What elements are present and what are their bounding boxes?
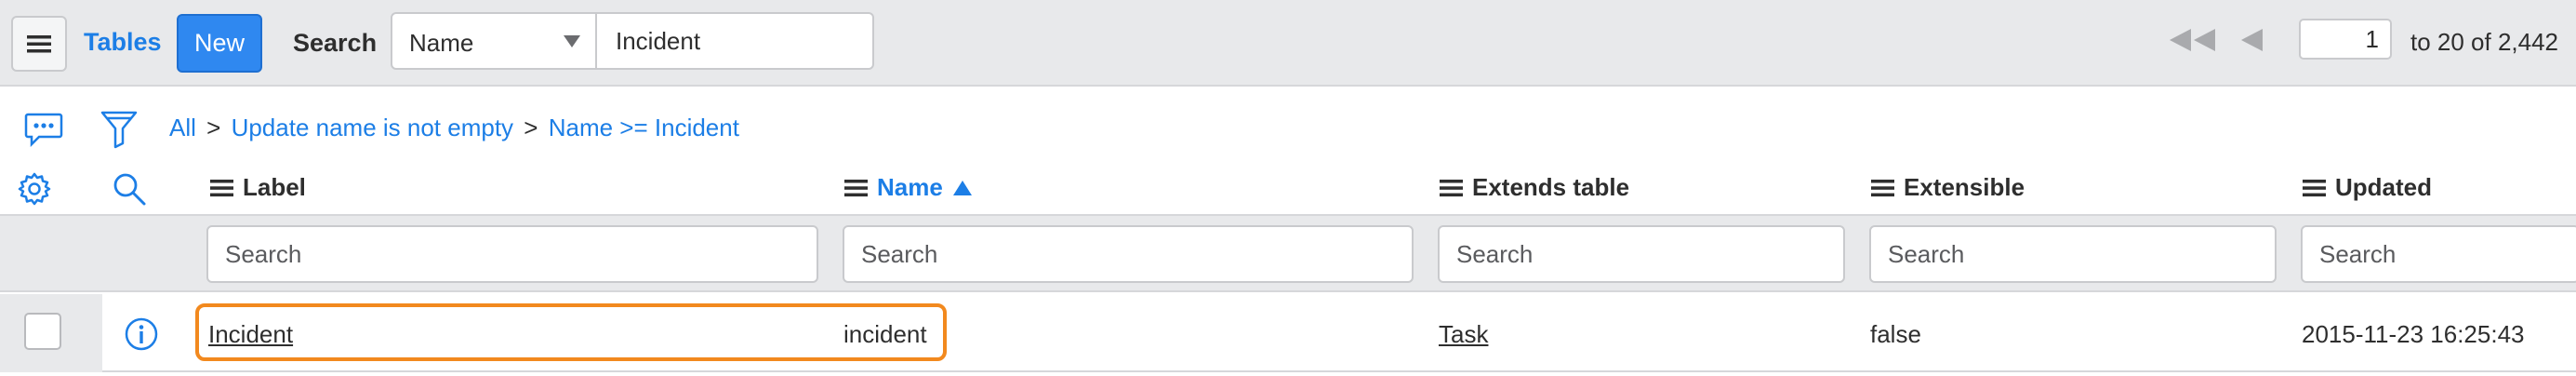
column-header-text: Extensible [1904,173,2025,201]
breadcrumb-item-all[interactable]: All [169,114,196,141]
chevron-down-icon [564,35,580,47]
column-menu-icon[interactable] [1440,179,1463,197]
search-input-name[interactable] [843,225,1414,283]
sort-ascending-icon [952,180,972,195]
column-header-name[interactable]: Name [844,173,973,202]
column-header-extends-table[interactable]: Extends table [1440,173,1629,202]
page-number-input[interactable] [2299,19,2392,60]
breadcrumb: All > Update name is not empty > Name >=… [169,114,739,142]
column-menu-icon[interactable] [2303,179,2326,197]
breadcrumb-item-update-name[interactable]: Update name is not empty [232,114,514,141]
column-header-label[interactable]: Label [210,173,306,202]
column-header-text: Extends table [1472,173,1630,201]
search-field-selected-value: Name [409,29,474,57]
column-header-extensible[interactable]: Extensible [1871,173,2025,202]
cell-extensible: false [1870,320,1921,348]
column-menu-icon[interactable] [844,179,868,197]
tables-title-link[interactable]: Tables [84,28,162,57]
search-input-extends-table[interactable] [1438,225,1845,283]
search-input-extensible[interactable] [1869,225,2277,283]
chat-icon[interactable] [24,112,63,147]
column-menu-icon[interactable] [1871,179,1894,197]
first-page-button[interactable] [2167,28,2217,57]
search-label: Search [293,29,378,57]
column-header-text: Name [877,173,943,201]
column-menu-icon[interactable] [210,179,233,197]
column-header-updated[interactable]: Updated [2303,173,2432,202]
search-input-updated[interactable] [2301,225,2576,283]
filter-icon[interactable] [100,110,138,149]
search-field-select[interactable]: Name [391,12,597,70]
column-header-text: Label [243,173,306,201]
breadcrumb-separator: > [206,114,221,141]
previous-page-button[interactable] [2239,28,2265,57]
first-page-icon [2170,29,2215,51]
highlight-box [195,303,947,361]
info-icon[interactable] [124,316,159,352]
cell-updated: 2015-11-23 16:25:43 [2302,320,2525,348]
row-checkbox[interactable] [24,313,61,350]
cell-extends-table-link[interactable]: Task [1439,320,1488,349]
search-input[interactable] [597,12,874,70]
hamburger-icon [27,35,51,53]
pagination-range: to 20 of 2,442 [2410,28,2559,56]
menu-button[interactable] [11,16,67,72]
breadcrumb-item-name-filter[interactable]: Name >= Incident [549,114,739,141]
gear-icon[interactable] [17,171,52,207]
breadcrumb-separator: > [524,114,538,141]
search-input-label[interactable] [206,225,818,283]
search-icon[interactable] [112,171,147,207]
new-button[interactable]: New [177,14,262,73]
previous-page-icon [2241,29,2263,51]
column-header-text: Updated [2335,173,2432,201]
